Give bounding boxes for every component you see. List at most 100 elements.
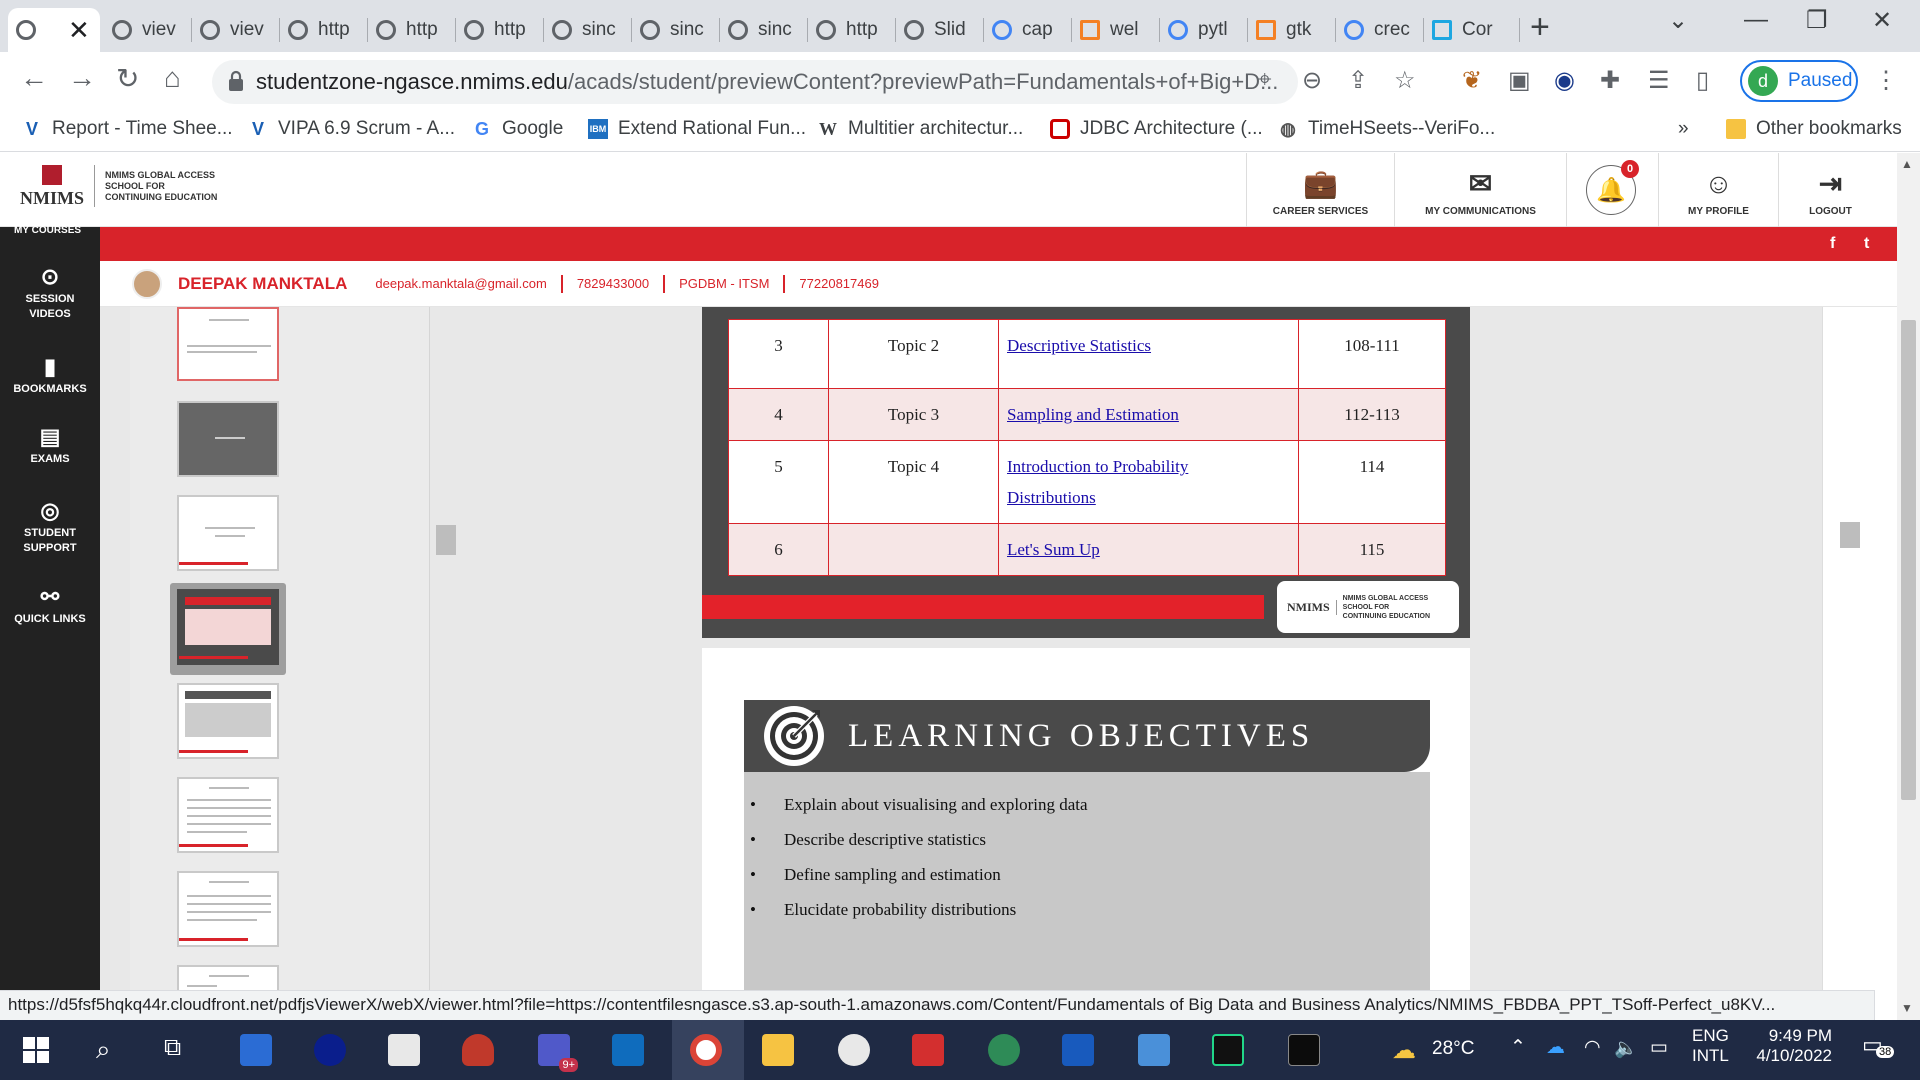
battery-icon[interactable]: ▭ bbox=[1650, 1036, 1668, 1059]
browser-tab[interactable]: sinc bbox=[632, 8, 720, 52]
language-indicator[interactable]: ENG INTL bbox=[1692, 1026, 1729, 1066]
wifi-icon[interactable]: ◠ bbox=[1584, 1036, 1601, 1059]
nav-career-services[interactable]: 💼 CAREER SERVICES bbox=[1246, 153, 1394, 227]
browser-tab[interactable]: cap bbox=[984, 8, 1072, 52]
menu-icon[interactable]: ⋮ bbox=[1874, 66, 1898, 95]
terminal-icon[interactable] bbox=[1288, 1034, 1320, 1066]
browser-tab[interactable]: crec bbox=[1336, 8, 1424, 52]
index-link[interactable]: Let's Sum Up bbox=[1007, 540, 1100, 559]
nav-my-profile[interactable]: ☺ MY PROFILE bbox=[1658, 153, 1778, 227]
profile-button[interactable]: d Paused bbox=[1740, 60, 1858, 102]
file-explorer-icon[interactable] bbox=[762, 1034, 794, 1066]
app-icon[interactable] bbox=[462, 1034, 494, 1066]
app-icon[interactable] bbox=[838, 1034, 870, 1066]
browser-tab[interactable]: http bbox=[808, 8, 896, 52]
bookmark-item[interactable]: IBM Extend Rational Fun... bbox=[588, 118, 806, 140]
viewer-scrollbar[interactable] bbox=[1840, 522, 1860, 548]
windows-start-icon[interactable] bbox=[20, 1034, 52, 1066]
reload-button[interactable]: ↻ bbox=[116, 62, 139, 95]
browser-tab[interactable]: Slid bbox=[896, 8, 984, 52]
minimize-button[interactable]: — bbox=[1744, 6, 1768, 34]
tab-search-icon[interactable]: ⌄ bbox=[1668, 6, 1688, 35]
sidebar-item-student-support[interactable]: ◎ STUDENT SUPPORT bbox=[0, 500, 100, 556]
browser-tab[interactable]: sinc bbox=[720, 8, 808, 52]
index-link[interactable]: Distributions bbox=[1007, 488, 1096, 507]
thumbnail-scrollbar[interactable] bbox=[436, 525, 456, 555]
bookmark-item[interactable]: V Report - Time Shee... bbox=[22, 118, 233, 140]
scroll-down-icon[interactable]: ▼ bbox=[1901, 1001, 1913, 1015]
bookmark-item[interactable]: JDBC Architecture (... bbox=[1050, 118, 1263, 140]
teams-icon[interactable]: 9+ bbox=[538, 1034, 578, 1072]
notification-center-icon[interactable]: ▭ 38 bbox=[1862, 1032, 1895, 1058]
bookmark-item[interactable]: ◍ TimeHSeets--VeriFo... bbox=[1278, 118, 1495, 140]
nav-logout[interactable]: ⇥ LOGOUT bbox=[1778, 153, 1882, 227]
slide-thumbnail[interactable] bbox=[177, 307, 279, 381]
photos-icon[interactable] bbox=[1138, 1034, 1170, 1066]
extension-icon[interactable]: ◉ bbox=[1554, 66, 1575, 95]
home-button[interactable]: ⌂ bbox=[164, 62, 181, 94]
volume-icon[interactable]: 🔈 bbox=[1614, 1036, 1638, 1060]
forward-button[interactable]: → bbox=[68, 62, 96, 94]
slide-thumbnail[interactable] bbox=[177, 495, 279, 571]
bookmark-item[interactable]: W Multitier architectur... bbox=[818, 118, 1023, 140]
nav-my-communications[interactable]: ✉ MY COMMUNICATIONS bbox=[1394, 153, 1566, 227]
browser-tab[interactable]: pytl bbox=[1160, 8, 1248, 52]
chevron-up-icon[interactable]: ⌃ bbox=[1510, 1036, 1526, 1059]
browser-tab-active[interactable]: ✕ bbox=[8, 8, 100, 52]
pycharm-icon[interactable] bbox=[1212, 1034, 1244, 1066]
extension-icon[interactable]: ❦ bbox=[1462, 66, 1482, 95]
browser-tab[interactable]: sinc bbox=[544, 8, 632, 52]
location-icon[interactable]: ⌖ bbox=[1258, 66, 1272, 94]
weather-icon[interactable]: ☁ bbox=[1392, 1036, 1416, 1065]
browser-tab[interactable]: wel bbox=[1072, 8, 1160, 52]
star-icon[interactable]: ☆ bbox=[1394, 66, 1416, 95]
scroll-up-icon[interactable]: ▲ bbox=[1901, 157, 1913, 171]
other-bookmarks[interactable]: Other bookmarks bbox=[1726, 118, 1902, 140]
sidebar-item-session-videos[interactable]: ⊙ SESSION VIDEOS bbox=[0, 266, 100, 322]
slide-thumbnail[interactable] bbox=[177, 683, 279, 759]
bookmark-item[interactable]: G Google bbox=[472, 118, 563, 140]
slide-thumbnail[interactable] bbox=[177, 589, 279, 665]
my-courses-link[interactable]: MY COURSES bbox=[14, 225, 81, 236]
browser-tab[interactable]: Cor bbox=[1424, 8, 1520, 52]
new-tab-button[interactable]: + bbox=[1530, 8, 1550, 47]
bookmarks-overflow-button[interactable]: » bbox=[1678, 118, 1689, 140]
facebook-icon[interactable]: f bbox=[1830, 235, 1835, 253]
address-bar[interactable]: studentzone-ngasce.nmims.edu/acads/stude… bbox=[212, 60, 1298, 104]
app-icon[interactable] bbox=[240, 1034, 272, 1066]
index-link[interactable]: Descriptive Statistics bbox=[1007, 336, 1151, 355]
puzzle-icon[interactable]: ✚ bbox=[1600, 66, 1620, 95]
bookmark-item[interactable]: V VIPA 6.9 Scrum - A... bbox=[248, 118, 455, 140]
globe-icon[interactable] bbox=[988, 1034, 1020, 1066]
weather-temp[interactable]: 28°C bbox=[1432, 1038, 1474, 1060]
notifications-button[interactable]: 🔔 0 bbox=[1586, 160, 1639, 215]
word-icon[interactable] bbox=[1062, 1034, 1094, 1066]
back-button[interactable]: ← bbox=[20, 62, 48, 94]
task-view-icon[interactable]: ⧉ bbox=[164, 1034, 181, 1062]
page-scrollbar-thumb[interactable] bbox=[1901, 320, 1916, 800]
search-icon[interactable]: ⌕ bbox=[96, 1034, 111, 1066]
index-link[interactable]: Sampling and Estimation bbox=[1007, 405, 1179, 424]
close-window-button[interactable]: ✕ bbox=[1872, 6, 1892, 35]
side-panel-icon[interactable]: ▯ bbox=[1696, 66, 1709, 95]
browser-tab[interactable]: http bbox=[456, 8, 544, 52]
browser-tab[interactable]: viev bbox=[104, 8, 192, 52]
slide-thumbnail[interactable] bbox=[177, 777, 279, 853]
outlook-icon[interactable] bbox=[612, 1034, 644, 1066]
acrobat-icon[interactable] bbox=[912, 1034, 944, 1066]
onedrive-icon[interactable]: ☁ bbox=[1546, 1036, 1565, 1059]
nmims-logo[interactable]: NMIMS NMIMS GLOBAL ACCESS SCHOOL FOR CON… bbox=[20, 165, 217, 207]
app-icon[interactable] bbox=[388, 1034, 420, 1066]
media-icon[interactable]: ☰ bbox=[1648, 66, 1670, 95]
sidebar-item-quick-links[interactable]: ⚯ QUICK LINKS bbox=[0, 586, 100, 627]
sidebar-item-exams[interactable]: ▤ EXAMS bbox=[0, 426, 100, 467]
slide-thumbnail[interactable] bbox=[177, 871, 279, 947]
zoom-icon[interactable]: ⊖ bbox=[1302, 66, 1322, 95]
browser-tab[interactable]: http bbox=[280, 8, 368, 52]
page-scrollbar[interactable]: ▲ ▼ bbox=[1897, 153, 1920, 1020]
sidebar-item-bookmarks[interactable]: ▮ BOOKMARKS bbox=[0, 356, 100, 397]
close-tab-icon[interactable]: ✕ bbox=[68, 15, 90, 46]
slide-thumbnail[interactable] bbox=[177, 401, 279, 477]
extension-icon[interactable]: ▣ bbox=[1508, 66, 1531, 95]
share-icon[interactable]: ⇪ bbox=[1348, 66, 1368, 95]
